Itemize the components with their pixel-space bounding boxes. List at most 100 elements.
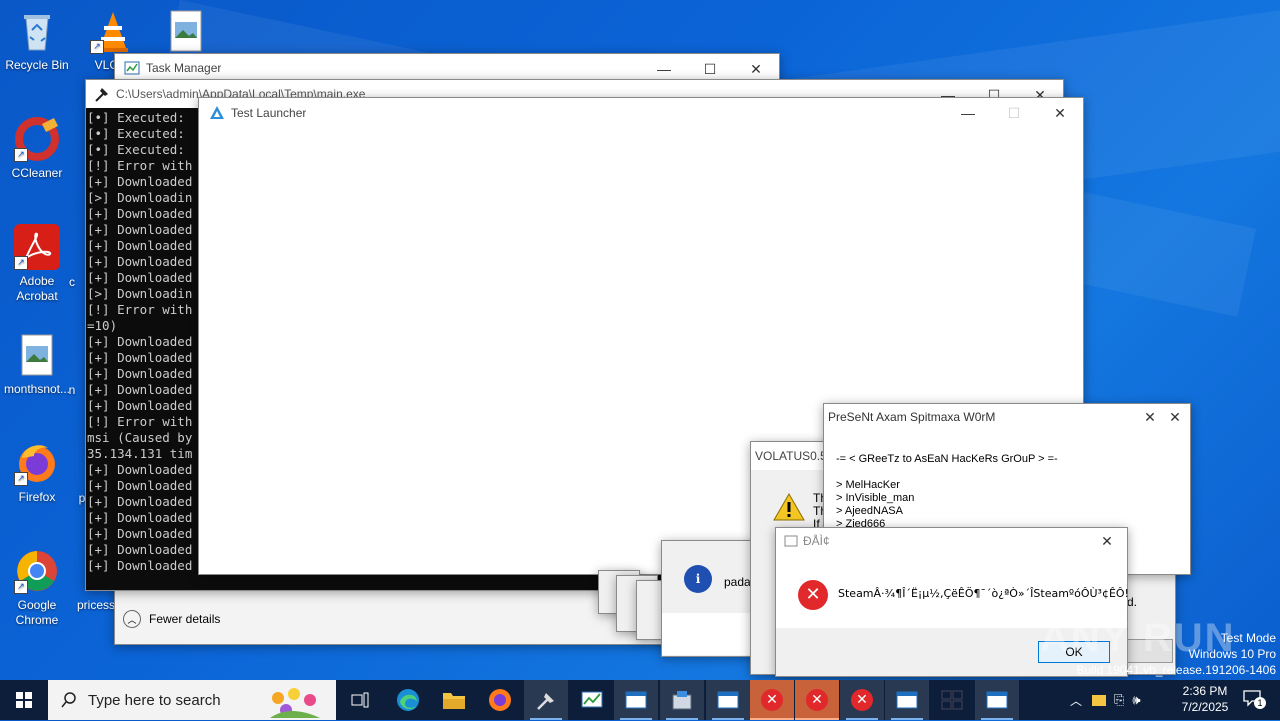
taskbar-window-app-2[interactable]	[885, 680, 929, 720]
partial-label: n	[68, 383, 76, 397]
notification-count: 1	[1254, 697, 1266, 709]
taskbar-main-exe[interactable]	[524, 680, 568, 720]
task-manager-icon	[124, 61, 140, 75]
taskbar-error-3[interactable]: ✕	[840, 680, 884, 720]
close-button[interactable]: ✕	[1037, 98, 1083, 128]
recycle-bin-icon	[14, 8, 60, 54]
icon-label: Google Chrome	[15, 598, 59, 627]
app-grid-icon	[941, 690, 963, 710]
chevron-up-icon: ︿	[123, 610, 141, 628]
desktop-icon-adobe-acrobat[interactable]: ↗ Adobe Acrobat	[1, 224, 73, 304]
desktop-icon-google-chrome[interactable]: ↗ Google Chrome	[1, 548, 73, 628]
volume-icon[interactable]: 🕪	[1132, 692, 1140, 708]
folder-icon	[443, 693, 465, 709]
window-icon	[784, 535, 798, 547]
image-file-icon	[14, 332, 60, 378]
taskbar-error-2[interactable]: ✕	[795, 680, 839, 720]
taskbar-error-1[interactable]: ✕	[750, 680, 794, 720]
search-icon	[61, 692, 76, 708]
test-mode-text: Test Mode Windows 10 Pro Build 19041.vb_…	[1077, 630, 1277, 678]
installer-icon	[672, 691, 692, 710]
flowers-icon	[260, 684, 330, 721]
desktop-icon-ccleaner[interactable]: ↗ CCleaner	[1, 116, 73, 181]
shortcut-arrow-icon: ↗	[14, 148, 28, 162]
shortcut-arrow-icon: ↗	[14, 472, 28, 486]
system-tray: ︿ ⎘ 🕪 2:36 PM 7/2/2025 1	[1068, 680, 1280, 720]
ccleaner-icon: ↗	[14, 116, 60, 162]
desktop-icon-file[interactable]	[150, 8, 222, 58]
test-mode-label: Test Mode	[1220, 631, 1276, 645]
hammer-icon	[537, 693, 554, 710]
minimize-button[interactable]: —	[945, 98, 991, 128]
task-manager-titlebar[interactable]: Task Manager — ☐ ✕	[115, 54, 779, 82]
task-view-icon	[351, 692, 369, 708]
window-title: Task Manager	[146, 61, 222, 75]
network-icon[interactable]: ⎘	[1114, 692, 1124, 708]
greetz-text: -= < GReeTz to AsEaN HacKeRs GrOuP > =-	[836, 453, 1058, 465]
window-app-icon	[896, 691, 918, 709]
os-label: Windows 10 Pro	[1188, 647, 1276, 661]
firefox-icon: ↗	[14, 440, 60, 486]
task-view-button[interactable]	[338, 680, 382, 720]
close-button-outer[interactable]: ✕	[1160, 404, 1190, 430]
taskbar-window-app-3[interactable]	[975, 680, 1019, 720]
error-icon: ✕	[806, 689, 828, 711]
window-title: VOLATUS0.5	[755, 449, 827, 463]
window-title: ÐÅÌ¢	[803, 534, 830, 548]
info-icon: i	[684, 565, 712, 593]
taskbar-file-explorer[interactable]	[432, 680, 476, 720]
launcher-triangle-icon	[210, 106, 224, 119]
hammer-icon	[95, 88, 108, 102]
taskbar-firefox[interactable]	[478, 680, 522, 720]
image-file-icon	[163, 8, 209, 54]
member-item: > InVisible_man	[836, 492, 915, 504]
test-launcher-titlebar[interactable]: Test Launcher — ☐ ✕	[199, 98, 1083, 128]
fewer-details-label: Fewer details	[149, 612, 221, 626]
partial-label: c	[69, 275, 75, 289]
window-app-icon	[986, 691, 1008, 709]
taskbar-task-manager[interactable]	[570, 680, 614, 720]
shortcut-arrow-icon: ↗	[14, 580, 28, 594]
close-button[interactable]: ✕	[1088, 528, 1126, 554]
folder-tray-icon[interactable]	[1092, 694, 1107, 706]
adobe-acrobat-icon: ↗	[14, 224, 60, 270]
chevron-up-icon[interactable]: ︿	[1070, 692, 1082, 709]
error-titlebar[interactable]: ÐÅÌ¢ ✕	[776, 528, 1127, 554]
shortcut-arrow-icon: ↗	[90, 40, 104, 54]
clock-time: 2:36 PM	[1182, 684, 1228, 698]
fewer-details-button[interactable]: ︿ Fewer details	[123, 610, 220, 628]
firefox-icon	[489, 689, 511, 711]
search-box[interactable]: Type here to search	[48, 680, 336, 720]
icon-label: Recycle Bin	[5, 58, 69, 72]
member-item: > AjeedNASA	[836, 505, 903, 517]
desktop-icon-recycle-bin[interactable]: Recycle Bin	[1, 8, 73, 73]
window-app-icon	[717, 691, 739, 709]
icon-label: pricess	[76, 598, 115, 612]
start-button[interactable]	[0, 680, 48, 720]
vlc-icon: ↗	[90, 8, 136, 54]
info-footer	[662, 613, 762, 655]
worm-titlebar[interactable]: PreSeNt Axam Spitmaxa W0rM ✕ ✕	[824, 404, 1190, 430]
info-text: pada	[724, 575, 751, 589]
info-dialog[interactable]: i pada	[661, 540, 763, 657]
task-manager-icon	[581, 691, 603, 708]
notification-button[interactable]: 1	[1242, 689, 1266, 709]
error-icon: ✕	[851, 689, 873, 711]
clock-date: 7/2/2025	[1181, 700, 1229, 714]
taskbar-launcher-app[interactable]	[706, 680, 750, 720]
maximize-button: ☐	[1007, 104, 1021, 121]
chrome-icon: ↗	[14, 548, 60, 594]
clock[interactable]: 2:36 PM 7/2/2025	[1172, 683, 1238, 715]
shortcut-arrow-icon: ↗	[14, 256, 28, 270]
member-list: > MelHacKer > InVisible_man > AjeedNASA …	[836, 479, 914, 531]
error-message: SteamÂ·¾¶Î´Ë¡µ½,ÇëÊÖ¶¯´ò¿ªÒ»´ÎSteamºóÔÙ³…	[838, 587, 1129, 600]
window-app-icon	[625, 691, 647, 709]
search-placeholder: Type here to search	[88, 691, 221, 709]
error-icon: ✕	[761, 689, 783, 711]
build-label: Build 19041.vb_release.191206-1406	[1076, 663, 1277, 677]
taskbar-edge[interactable]	[386, 680, 430, 720]
taskbar-blank-app[interactable]	[930, 680, 974, 720]
taskbar-installer-app[interactable]	[660, 680, 704, 720]
taskbar-window-app[interactable]	[614, 680, 658, 720]
warning-icon	[773, 492, 805, 525]
